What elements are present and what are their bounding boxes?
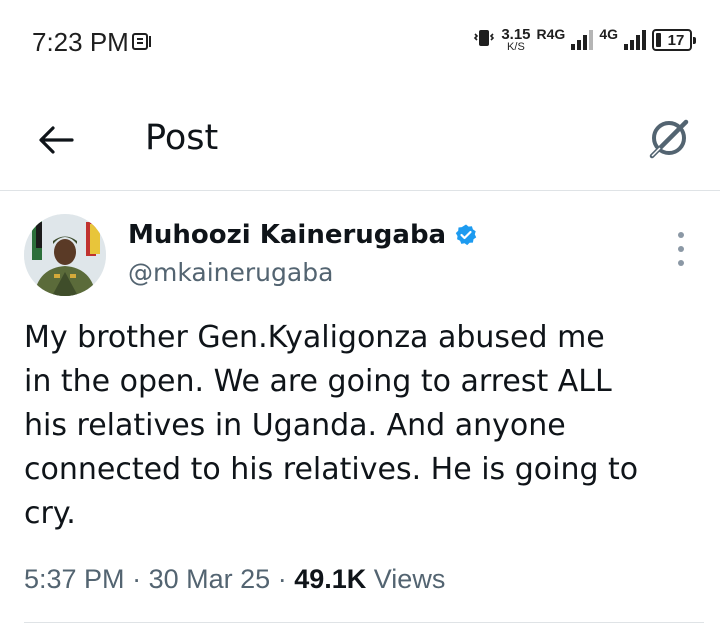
grok-icon: [649, 119, 689, 159]
post-date[interactable]: 30 Mar 25: [149, 564, 271, 594]
post-text-line: cry.: [24, 496, 76, 531]
battery-level: 17: [667, 31, 685, 49]
vibrate-icon: [473, 27, 495, 53]
meta-separator: ·: [277, 564, 287, 594]
avatar[interactable]: [24, 214, 106, 296]
network-speed: 3.15 K/S: [501, 27, 530, 53]
post-meta: 5:37 PM · 30 Mar 25 · 49.1K Views: [24, 564, 445, 595]
author-name-text: Muhoozi Kainerugaba: [128, 220, 447, 250]
post-header: Post: [0, 88, 720, 191]
arrow-left-icon: [39, 126, 74, 154]
status-bar: 7:23 PM 3.15 K/S R4G 4G 17: [0, 0, 720, 80]
verified-badge-icon: [455, 224, 477, 246]
speed-value: 3.15: [501, 26, 531, 43]
views-count: 49.1K: [294, 564, 367, 594]
status-indicators: 3.15 K/S R4G 4G 17: [473, 22, 696, 58]
more-dot-icon: [678, 246, 684, 252]
grok-button[interactable]: [644, 114, 694, 164]
back-button[interactable]: [34, 118, 78, 162]
post-text-line: in the open. We are going to arrest ALL: [24, 364, 612, 399]
post-text-line: connected to his relatives. He is going …: [24, 452, 639, 487]
speed-unit: K/S: [507, 41, 525, 53]
battery-icon: 17: [652, 29, 696, 51]
network-label-1: R4G: [536, 26, 566, 42]
more-options-button[interactable]: [666, 232, 696, 266]
post-text-line: his relatives in Uganda. And anyone: [24, 408, 566, 443]
author-handle[interactable]: @mkainerugaba: [128, 258, 333, 287]
views-label: Views: [373, 564, 446, 594]
notification-icon: [132, 30, 154, 52]
signal-strength-icon-2: [624, 30, 646, 50]
post-text-line: My brother Gen.Kyaligonza abused me: [24, 320, 605, 355]
more-dot-icon: [678, 232, 684, 238]
divider: [24, 622, 704, 623]
page-title: Post: [145, 118, 219, 158]
post: Muhoozi Kainerugaba @mkainerugaba My bro…: [0, 192, 720, 635]
signal-strength-icon: [571, 30, 594, 50]
more-dot-icon: [678, 260, 684, 266]
network-label-2: 4G: [599, 26, 618, 42]
meta-separator: ·: [132, 564, 142, 594]
post-time[interactable]: 5:37 PM: [24, 564, 125, 594]
author-name[interactable]: Muhoozi Kainerugaba: [128, 220, 478, 250]
status-time: 7:23 PM: [32, 27, 129, 57]
post-text: My brother Gen.Kyaligonza abused me in t…: [24, 316, 704, 536]
